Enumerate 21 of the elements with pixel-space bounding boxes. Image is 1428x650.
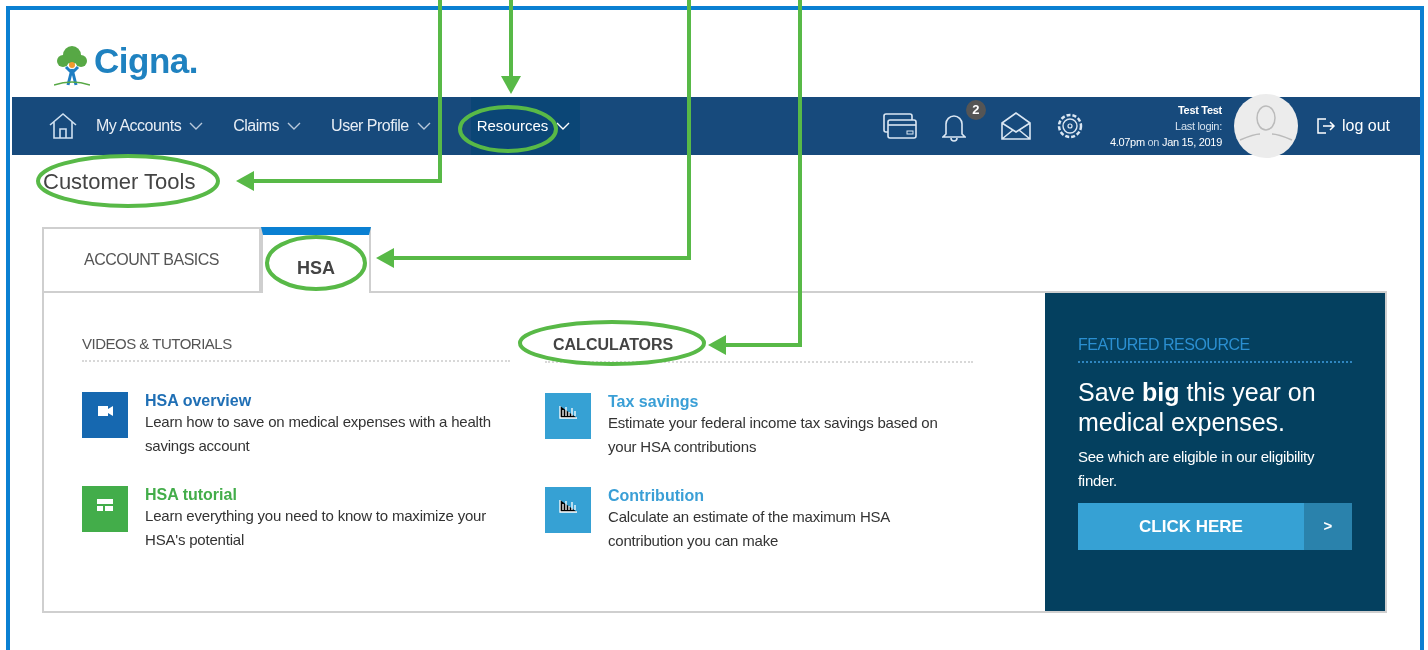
resource-description: Calculate an estimate of the maximum HSA contribution you can make: [608, 507, 891, 551]
resource-description: Estimate your federal income tax savings based on your HSA contributions: [608, 413, 939, 457]
last-login-label: Last login:: [1175, 119, 1222, 134]
featured-text: See which are eligible in our eligibility finder.: [1078, 447, 1316, 491]
resource-description: Learn everything you need to know to maximize your HSA's potential: [145, 505, 488, 550]
nav-menu-item[interactable]: My Accounts: [92, 97, 208, 155]
nav-menu-item[interactable]: User Profile: [327, 97, 435, 155]
brand-logo-text: Cigna.: [94, 39, 198, 82]
featured-label: FEATURED RESOURCE: [1078, 333, 1352, 363]
featured-headline: Save big this year on medical expenses.: [1078, 377, 1317, 437]
tab[interactable]: ACCOUNT BASICS: [42, 227, 261, 293]
next-button[interactable]: >: [1304, 503, 1352, 550]
nav-menu-item[interactable]: Claims: [229, 97, 306, 155]
notification-badge: 2: [965, 100, 986, 120]
page-title: Customer Tools: [43, 168, 196, 196]
section-heading: VIDEOS & TUTORIALS: [82, 333, 510, 362]
logout-button[interactable]: log out: [1315, 114, 1390, 138]
last-login-time: 4.07pm on Jan 15, 2019: [1109, 135, 1222, 150]
resource-link[interactable]: HSA overview: [145, 391, 497, 410]
resource-description: Learn how to save on medical expenses with a health savings account: [145, 411, 492, 456]
user-name: Test Test: [1178, 103, 1222, 118]
